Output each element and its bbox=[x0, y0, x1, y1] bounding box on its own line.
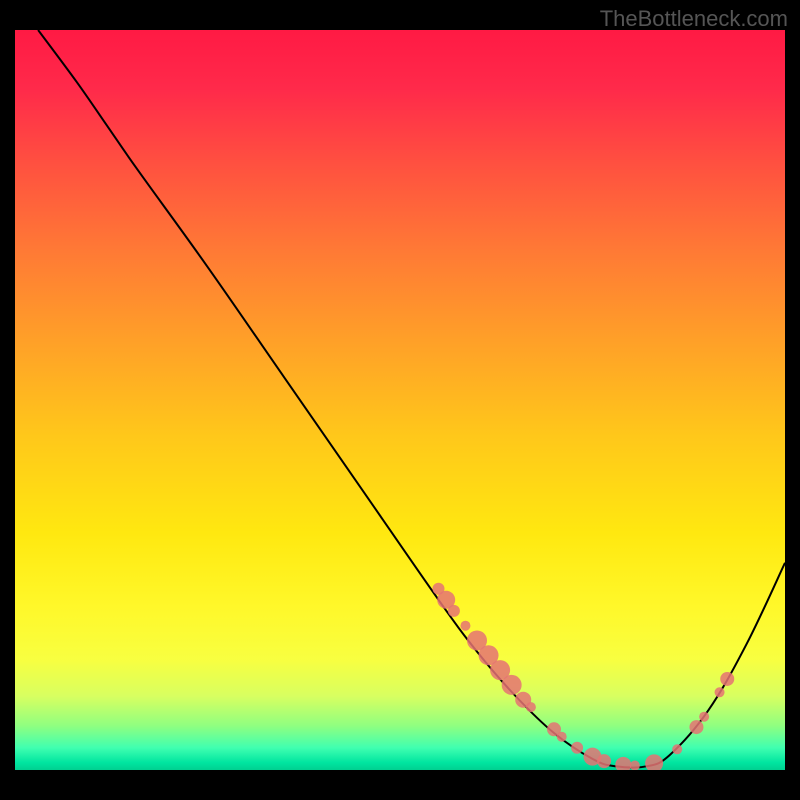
data-marker bbox=[460, 621, 470, 631]
data-marker bbox=[699, 712, 709, 722]
data-marker bbox=[715, 687, 725, 697]
bottleneck-curve bbox=[38, 30, 785, 768]
data-marker bbox=[689, 720, 703, 734]
chart-plot-area bbox=[15, 30, 785, 770]
data-marker bbox=[597, 754, 611, 768]
watermark-text: TheBottleneck.com bbox=[600, 6, 788, 32]
data-marker bbox=[571, 742, 583, 754]
data-marker bbox=[615, 757, 631, 770]
data-marker bbox=[448, 605, 460, 617]
data-marker bbox=[557, 732, 567, 742]
chart-svg bbox=[15, 30, 785, 770]
data-marker bbox=[645, 754, 663, 770]
data-marker bbox=[672, 744, 682, 754]
data-marker bbox=[526, 702, 536, 712]
data-marker bbox=[720, 672, 734, 686]
data-marker bbox=[502, 675, 522, 695]
marker-group bbox=[433, 583, 735, 770]
data-marker bbox=[630, 761, 640, 770]
